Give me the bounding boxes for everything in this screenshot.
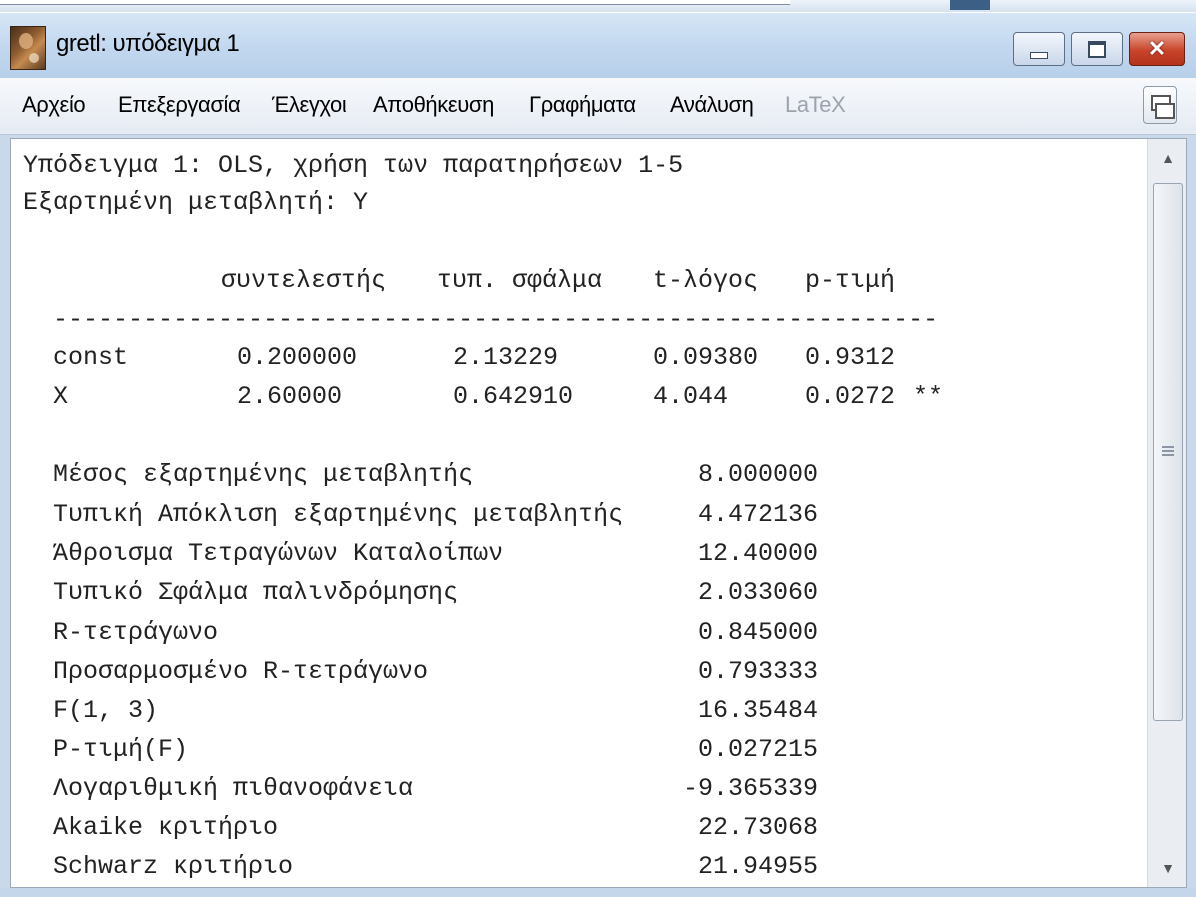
stat-label: R-τετράγωνο <box>53 618 219 647</box>
menu-tests[interactable]: Έλεγχοι <box>272 92 347 118</box>
close-button[interactable]: ✕ <box>1129 32 1185 66</box>
stat-value: 0.845000 <box>697 618 818 647</box>
model-header: Υπόδειγμα 1: OLS, χρήση των παρατηρήσεων… <box>23 151 684 180</box>
column-header-se: τυπ. σφάλμα <box>437 266 603 295</box>
stat-value: 8.000000 <box>697 460 818 489</box>
maximize-button[interactable] <box>1071 32 1123 66</box>
row-name: const <box>53 343 129 372</box>
dependent-variable: Εξαρτημένη μεταβλητή: Y <box>23 188 369 217</box>
stat-row: R-τετράγωνο 0.845000 <box>23 618 1123 648</box>
stat-value: -9.365339 <box>682 774 818 803</box>
row-p: 0.9312 <box>805 343 896 372</box>
background-window-edge <box>0 0 790 5</box>
menu-file[interactable]: Αρχείο <box>22 92 86 118</box>
table-row: X 2.60000 0.642910 4.044 0.0272 ** <box>23 382 1123 412</box>
gretl-app-icon[interactable] <box>10 26 46 70</box>
row-se: 0.642910 <box>453 382 574 411</box>
stat-value: 2.033060 <box>697 578 818 607</box>
row-se: 2.13229 <box>453 343 559 372</box>
stat-label: Προσαρμοσμένο R-τετράγωνο <box>53 657 429 686</box>
stat-row: Τυπική Απόκλιση εξαρτημένης μεταβλητής 4… <box>23 500 1123 530</box>
stat-value: 0.027215 <box>697 735 818 764</box>
stat-label: Akaike κριτήριο <box>53 813 279 842</box>
stat-label: Λογαριθμική πιθανοφάνεια <box>53 774 414 803</box>
scroll-up-icon[interactable]: ▲ <box>1148 139 1186 177</box>
background-window-fragment <box>950 0 990 10</box>
column-header-t: t-λόγος <box>653 266 759 295</box>
close-icon: ✕ <box>1147 36 1167 61</box>
column-header-p: p-τιμή <box>805 266 896 295</box>
stat-label: Τυπική Απόκλιση εξαρτημένης μεταβλητής <box>53 500 624 529</box>
menu-graphs[interactable]: Γραφήματα <box>529 92 636 118</box>
window-bottom-border <box>0 888 1196 897</box>
row-stars: ** <box>913 382 944 411</box>
output-panel: Υπόδειγμα 1: OLS, χρήση των παρατηρήσεων… <box>10 138 1187 888</box>
column-header-coef: συντελεστής <box>221 266 387 295</box>
row-coef: 2.60000 <box>237 382 343 411</box>
stat-row: Akaike κριτήριο 22.73068 <box>23 813 1123 843</box>
coefficient-header-row: συντελεστής τυπ. σφάλμα t-λόγος p-τιμή <box>23 266 1123 296</box>
table-separator: ----------------------------------------… <box>53 305 939 334</box>
stat-row: Προσαρμοσμένο R-τετράγωνο 0.793333 <box>23 657 1123 687</box>
maximize-icon <box>1088 40 1106 58</box>
row-t: 4.044 <box>653 382 729 411</box>
stat-row: Schwarz κριτήριο 21.94955 <box>23 852 1123 882</box>
minimize-icon <box>1030 51 1048 59</box>
title-bar[interactable]: gretl: υπόδειγμα 1 ✕ <box>0 12 1196 79</box>
menu-edit[interactable]: Επεξεργασία <box>118 92 241 118</box>
stat-row: Μέσος εξαρτημένης μεταβλητής 8.000000 <box>23 460 1123 490</box>
menu-latex: LaTeX <box>785 92 846 117</box>
scroll-down-icon[interactable]: ▼ <box>1148 849 1186 887</box>
window-title: gretl: υπόδειγμα 1 <box>56 30 240 57</box>
stat-value: 12.40000 <box>697 539 818 568</box>
row-coef: 0.200000 <box>237 343 358 372</box>
stat-label: Άθροισμα Τετραγώνων Καταλοίπων <box>53 539 504 568</box>
stat-value: 21.94955 <box>697 852 818 881</box>
scrollbar-thumb[interactable] <box>1153 183 1183 721</box>
row-p: 0.0272 <box>805 382 896 411</box>
stat-row: Άθροισμα Τετραγώνων Καταλοίπων 12.40000 <box>23 539 1123 569</box>
copy-window-button[interactable] <box>1143 86 1177 124</box>
row-name: X <box>53 382 69 411</box>
minimize-button[interactable] <box>1013 32 1065 66</box>
row-t: 0.09380 <box>653 343 759 372</box>
stat-value: 0.793333 <box>697 657 818 686</box>
stat-row: Τυπικό Σφάλμα παλινδρόμησης 2.033060 <box>23 578 1123 608</box>
vertical-scrollbar[interactable]: ▲ ▼ <box>1147 139 1186 887</box>
stat-row: Λογαριθμική πιθανοφάνεια -9.365339 <box>23 774 1123 804</box>
stat-label: Τυπικό Σφάλμα παλινδρόμησης <box>53 578 459 607</box>
menu-save[interactable]: Αποθήκευση <box>373 92 494 118</box>
stat-label: F(1, 3) <box>53 696 159 725</box>
model-output-text[interactable]: Υπόδειγμα 1: OLS, χρήση των παρατηρήσεων… <box>11 139 1146 887</box>
stat-label: Schwarz κριτήριο <box>53 852 294 881</box>
stat-value: 4.472136 <box>697 500 818 529</box>
stat-value: 22.73068 <box>697 813 818 842</box>
grip-icon <box>1162 446 1174 458</box>
table-row: const 0.200000 2.13229 0.09380 0.9312 <box>23 343 1123 373</box>
menu-analysis[interactable]: Ανάλυση <box>670 92 754 118</box>
stat-value: 16.35484 <box>697 696 818 725</box>
stat-label: P-τιμή(F) <box>53 735 189 764</box>
stat-label: Μέσος εξαρτημένης μεταβλητής <box>53 460 474 489</box>
stat-row: F(1, 3) 16.35484 <box>23 696 1123 726</box>
stat-row: P-τιμή(F) 0.027215 <box>23 735 1123 765</box>
menu-bar: Αρχείο Επεξεργασία Έλεγχοι Αποθήκευση Γρ… <box>0 78 1196 135</box>
